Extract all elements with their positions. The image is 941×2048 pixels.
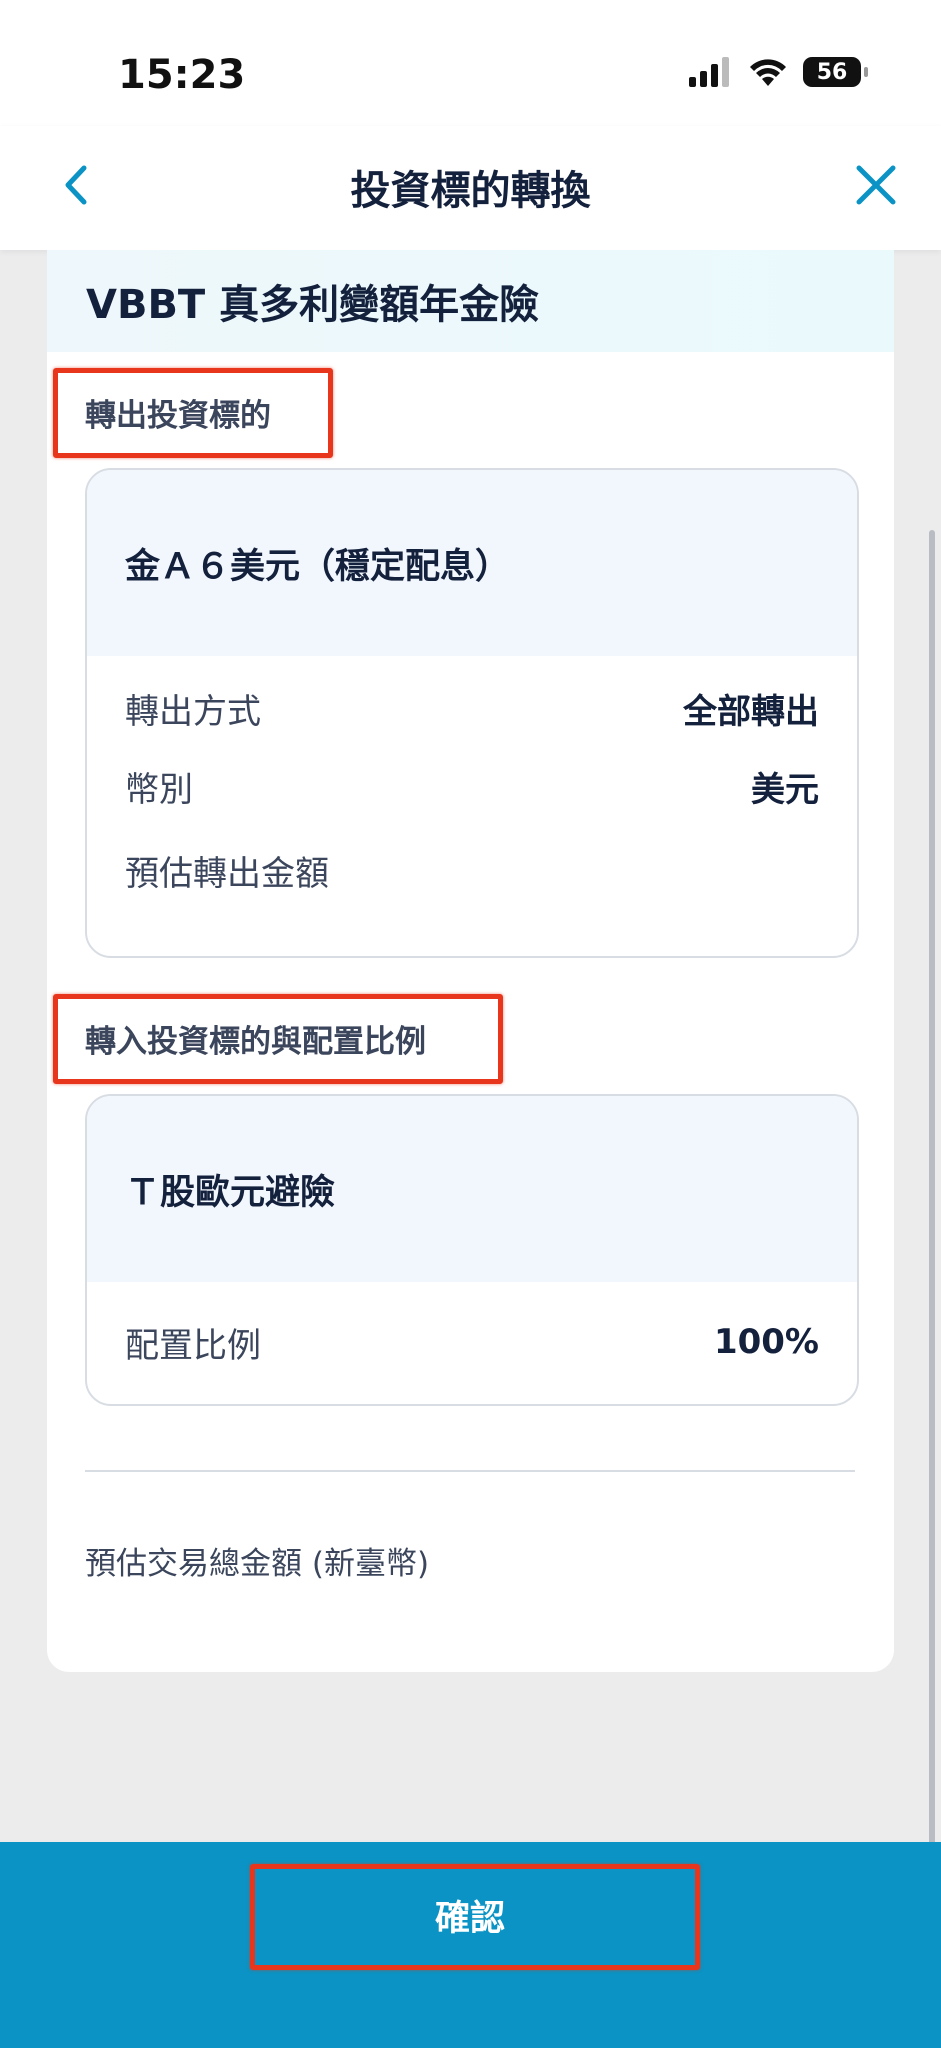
transfer-method-row: 轉出方式 全部轉出 (87, 672, 857, 744)
estimated-amount-row: 預估轉出金額 (87, 828, 857, 912)
divider (85, 1470, 855, 1472)
battery-icon: 56 (803, 57, 868, 87)
status-bar: 15:23 56 (0, 0, 941, 126)
confirm-button[interactable]: 確認 (254, 1870, 686, 1960)
row-value: 全部轉出 (683, 691, 819, 732)
bottom-bar: 確認 (0, 1842, 941, 2048)
transfer-in-fund-card: Ｔ股歐元避險 配置比例 100% (85, 1094, 859, 1406)
fund-name-text: 金Ａ６美元（穩定配息） (125, 546, 511, 587)
transfer-out-fund-card: 金Ａ６美元（穩定配息） 轉出方式 全部轉出 幣別 美元 預估轉出金額 (85, 468, 859, 958)
cellular-signal-icon (689, 57, 729, 87)
conversion-card: VBBT 真多利變額年金險 轉出投資標的 金Ａ６美元（穩定配息） 轉出方式 全部… (47, 250, 894, 1672)
transfer-in-fund-name: Ｔ股歐元避險 (87, 1096, 857, 1282)
row-label: 配置比例 (125, 1325, 261, 1366)
fund-name-text: Ｔ股歐元避險 (125, 1172, 336, 1213)
row-value: 100% (713, 1322, 819, 1362)
currency-row: 幣別 美元 (87, 744, 857, 828)
row-label: 預估轉出金額 (125, 853, 329, 894)
product-name: VBBT 真多利變額年金險 (86, 282, 540, 328)
status-time: 15:23 (118, 52, 246, 98)
row-value: 美元 (751, 769, 819, 810)
product-header: VBBT 真多利變額年金險 (47, 250, 894, 352)
close-icon[interactable] (851, 160, 901, 210)
wifi-icon (750, 59, 786, 86)
transfer-out-label: 轉出投資標的 (85, 398, 271, 434)
row-label: 幣別 (125, 769, 193, 810)
page-title: 投資標的轉換 (350, 168, 591, 214)
status-icons: 56 (689, 56, 868, 88)
transfer-out-fund-name: 金Ａ６美元（穩定配息） (87, 470, 857, 656)
allocation-row: 配置比例 100% (87, 1282, 857, 1402)
scrollbar[interactable] (929, 530, 935, 1870)
battery-level: 56 (816, 59, 848, 85)
transfer-in-label: 轉入投資標的與配置比例 (85, 1024, 426, 1060)
nav-bar: 投資標的轉換 (0, 126, 941, 250)
row-label: 轉出方式 (125, 691, 261, 732)
total-amount-label: 預估交易總金額 (新臺幣) (85, 1546, 430, 1582)
